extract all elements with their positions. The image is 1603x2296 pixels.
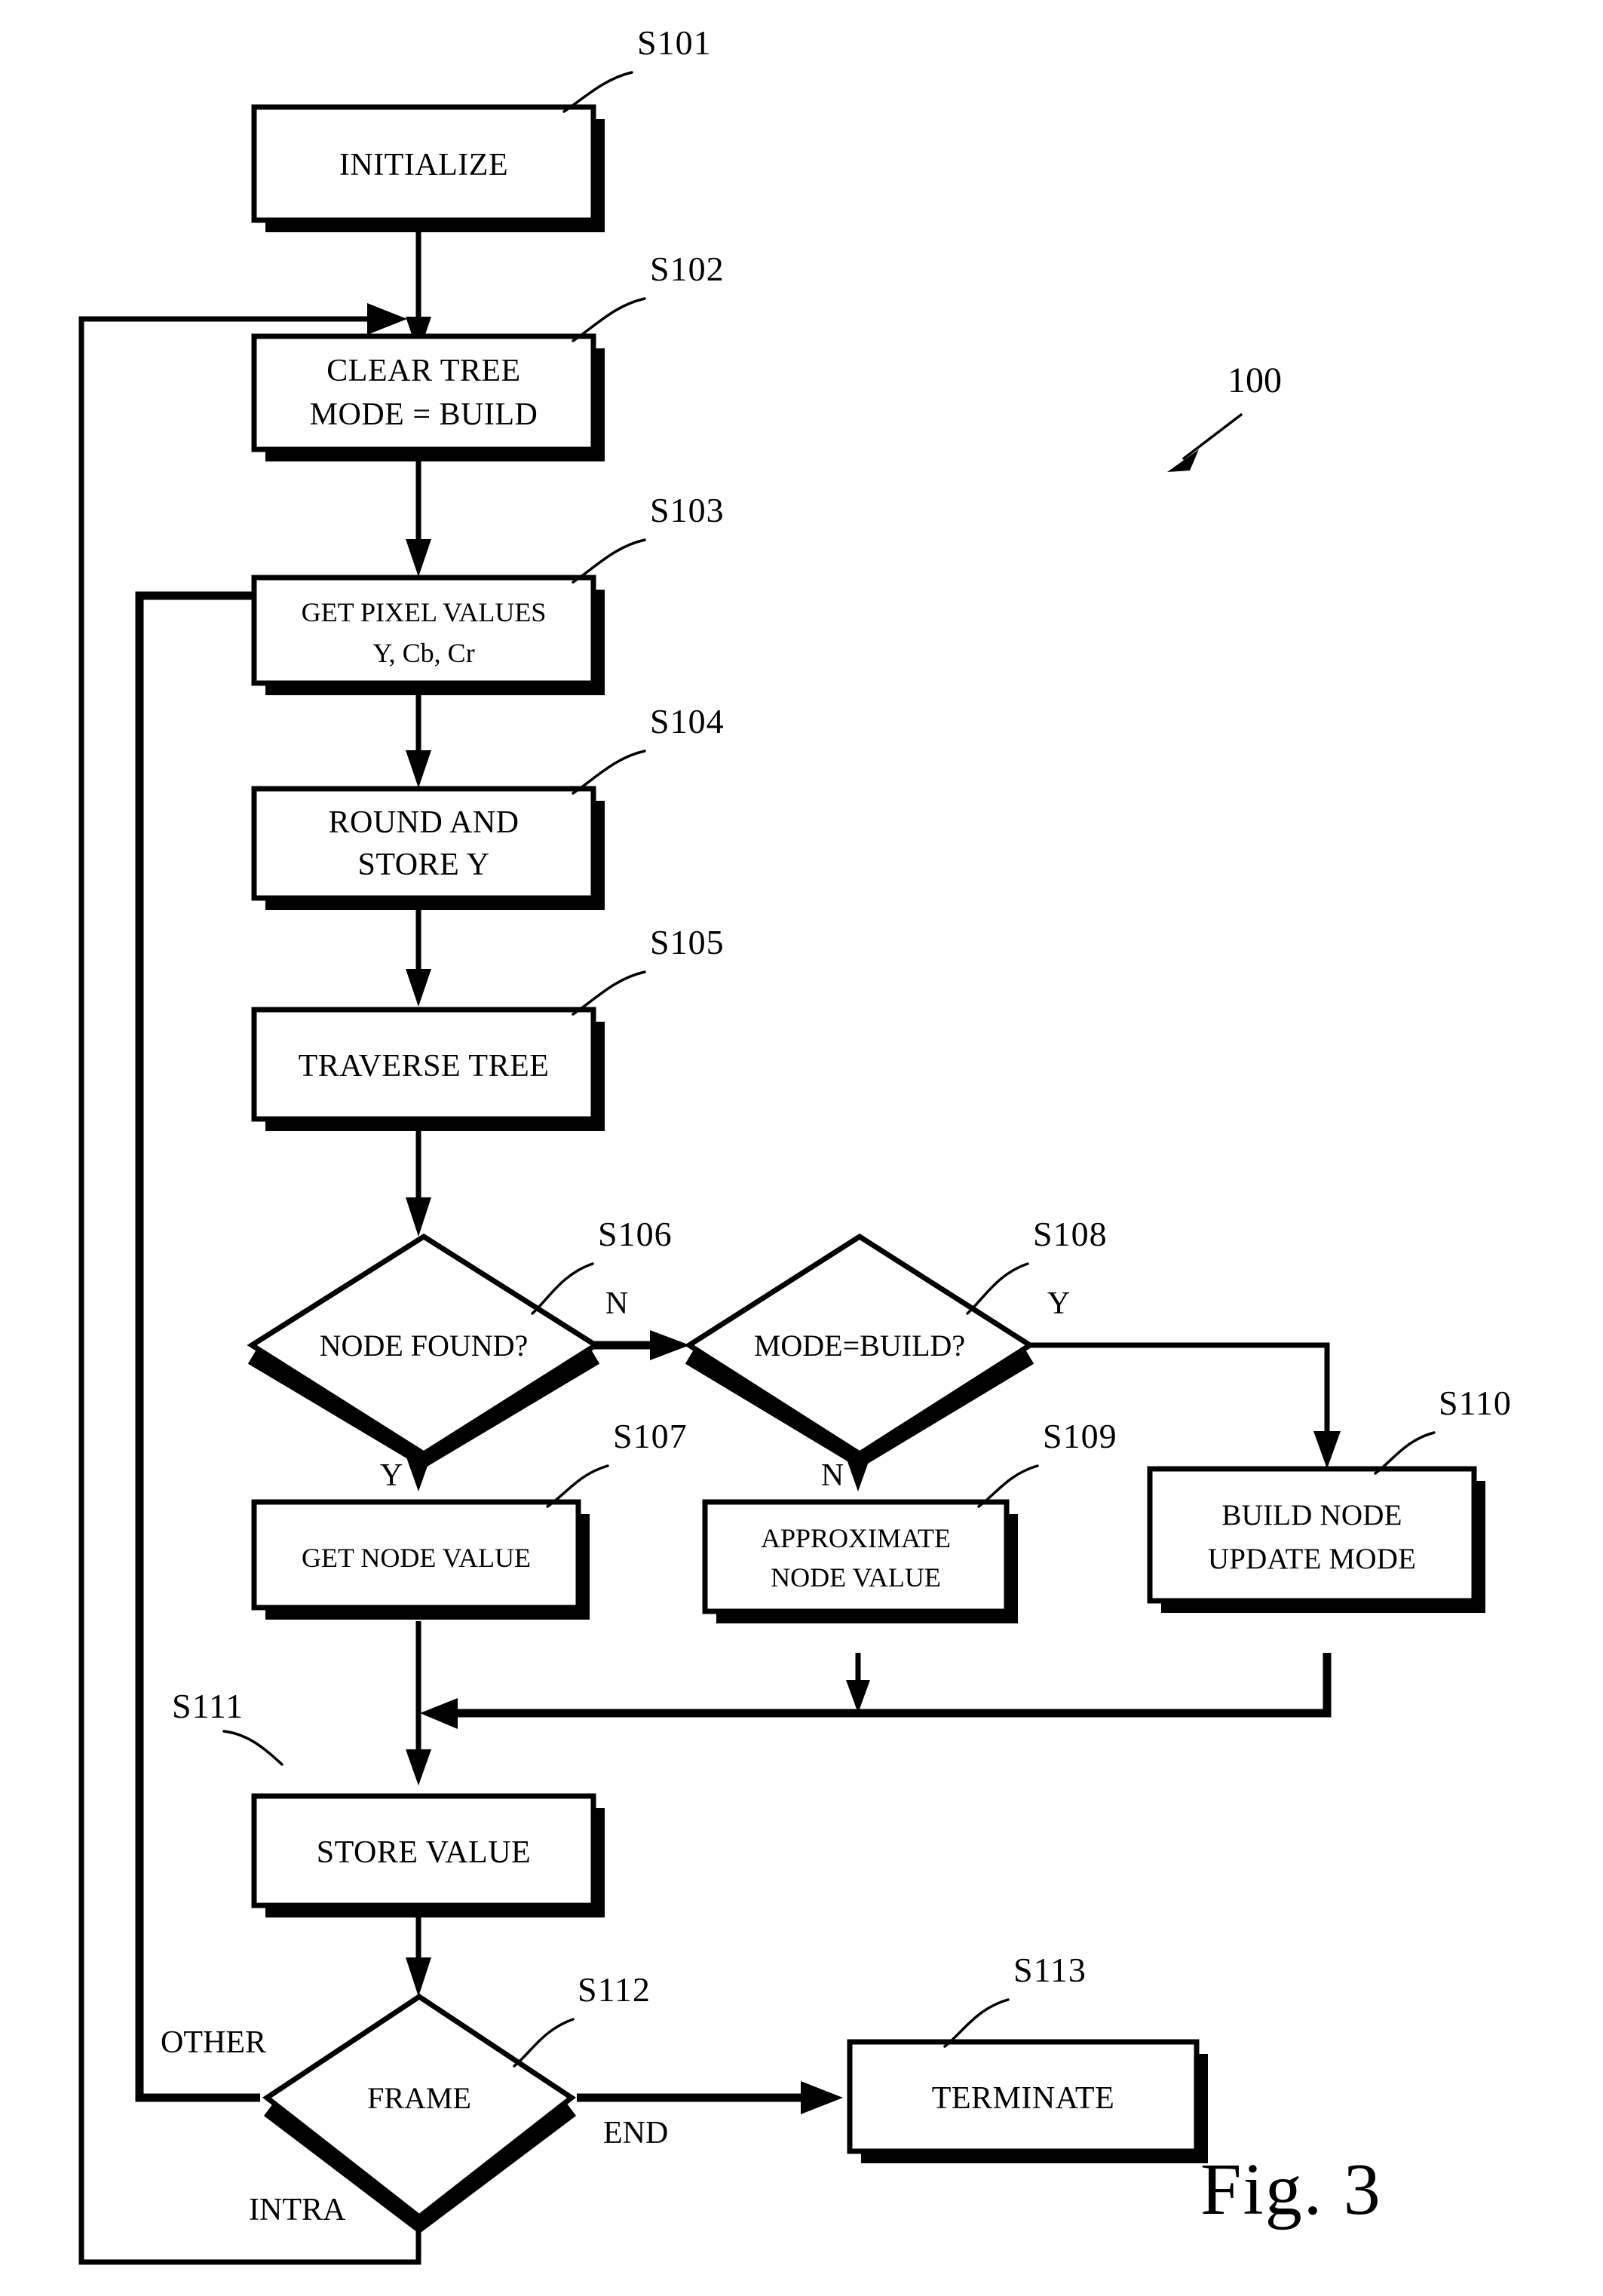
s112-label: FRAME xyxy=(367,2081,471,2115)
ref-s108: S108 xyxy=(966,1215,1108,1315)
ref-s111: S111 xyxy=(172,1687,284,1766)
node-s113[interactable]: TERMINATE xyxy=(847,2039,1208,2163)
arrowhead-merge-s111 xyxy=(406,1749,431,1786)
s103-label-line2: Y, Cb, Cr xyxy=(372,638,474,668)
figure-caption: Fig. 3 xyxy=(1200,2149,1382,2230)
system-ref-arrowhead xyxy=(1167,449,1199,472)
ref-s112: S112 xyxy=(513,1970,651,2068)
node-s105[interactable]: TRAVERSE TREE xyxy=(251,1007,605,1131)
s112-leader-line xyxy=(513,2018,575,2068)
arrowhead-s110-merge xyxy=(420,1698,458,1729)
s101-label-line1: INITIALIZE xyxy=(339,148,508,182)
s107-ref-text: S107 xyxy=(613,1417,688,1455)
s108-ref-text: S108 xyxy=(1033,1215,1108,1253)
system-ref-leader xyxy=(1182,413,1243,460)
s110-box xyxy=(1147,1466,1477,1604)
s104-label-line2: STORE Y xyxy=(357,848,489,882)
ref-s110: S110 xyxy=(1374,1384,1512,1475)
s109-box xyxy=(702,1499,1010,1614)
s111-leader-line xyxy=(222,1730,284,1766)
arrowhead-s104-s105 xyxy=(406,969,431,1007)
node-s108[interactable]: MODE=BUILD? xyxy=(684,1233,1035,1469)
branch-label-s112-end: END xyxy=(603,2116,668,2150)
figure-page: INITIALIZE S101 CLEAR TREE MODE = BUILD … xyxy=(0,0,1603,2296)
s102-ref-text: S102 xyxy=(650,250,725,288)
node-s109[interactable]: APPROXIMATE NODE VALUE xyxy=(702,1499,1018,1623)
branch-label-s108-yes: Y xyxy=(1047,1286,1070,1321)
node-s107[interactable]: GET NODE VALUE xyxy=(251,1499,590,1620)
s103-label-line1: GET PIXEL VALUES xyxy=(302,597,547,627)
node-s101[interactable]: INITIALIZE xyxy=(251,104,605,232)
ref-s102: S102 xyxy=(572,250,725,342)
branch-label-s106-yes: Y xyxy=(380,1458,403,1493)
ref-s101: S101 xyxy=(562,23,712,113)
arrowhead-intra-loop xyxy=(367,303,407,335)
s106-ref-text: S106 xyxy=(598,1215,673,1253)
node-s110[interactable]: BUILD NODE UPDATE MODE xyxy=(1147,1466,1485,1613)
connector-s110-merge xyxy=(445,1653,1332,1718)
s108-label: MODE=BUILD? xyxy=(754,1329,965,1363)
s113-label: TERMINATE xyxy=(932,2081,1114,2116)
s101-ref-text: S101 xyxy=(637,23,712,62)
s102-label-line2: MODE = BUILD xyxy=(310,397,538,432)
s105-label-line1: TRAVERSE TREE xyxy=(299,1049,550,1084)
branch-label-s112-other: OTHER xyxy=(161,2025,266,2060)
ref-s113: S113 xyxy=(943,1951,1087,2048)
s111-ref-text: S111 xyxy=(172,1687,244,1725)
arrowhead-s105-s106 xyxy=(406,1197,431,1237)
s101-leader-line xyxy=(562,71,633,113)
branch-label-s112-intra: INTRA xyxy=(249,2193,346,2227)
s106-leader-line xyxy=(531,1262,594,1315)
s105-leader-line xyxy=(572,970,646,1016)
s102-label-line1: CLEAR TREE xyxy=(326,354,520,388)
flowchart-canvas: INITIALIZE S101 CLEAR TREE MODE = BUILD … xyxy=(78,23,1512,2265)
ref-s107: S107 xyxy=(546,1417,688,1508)
s110-label-line1: BUILD NODE xyxy=(1221,1499,1402,1531)
arrowhead-s111-s112 xyxy=(406,1957,431,1997)
s107-label: GET NODE VALUE xyxy=(302,1543,531,1573)
ref-s106: S106 xyxy=(531,1215,673,1315)
node-s112[interactable]: FRAME xyxy=(262,1993,577,2234)
ref-s109: S109 xyxy=(977,1417,1117,1508)
node-s111[interactable]: STORE VALUE xyxy=(251,1793,605,1917)
ref-s104: S104 xyxy=(572,702,725,795)
system-ref-text: 100 xyxy=(1228,360,1282,400)
arrowhead-s109-merge xyxy=(846,1680,870,1713)
ref-s103: S103 xyxy=(572,491,725,584)
s105-ref-text: S105 xyxy=(650,923,725,961)
arrowhead-s106-s108 xyxy=(650,1330,690,1360)
arrowhead-s108-s110 xyxy=(1313,1431,1341,1469)
s109-ref-text: S109 xyxy=(1043,1417,1117,1455)
arrowhead-s102-s103 xyxy=(406,539,431,577)
s111-label: STORE VALUE xyxy=(317,1835,531,1870)
s109-label-line1: APPROXIMATE xyxy=(761,1523,951,1553)
s104-leader-line xyxy=(572,749,646,795)
branch-label-s108-no: N xyxy=(821,1458,844,1493)
s104-ref-text: S104 xyxy=(650,702,725,740)
s112-ref-text: S112 xyxy=(578,1970,651,2009)
node-s104[interactable]: ROUND AND STORE Y xyxy=(251,786,605,910)
branch-label-s106-no: N xyxy=(605,1286,628,1321)
node-s103[interactable]: GET PIXEL VALUES Y, Cb, Cr xyxy=(251,575,605,695)
s106-label: NODE FOUND? xyxy=(320,1329,529,1363)
s103-ref-text: S103 xyxy=(650,491,725,529)
s110-ref-text: S110 xyxy=(1439,1384,1512,1422)
s109-label-line2: NODE VALUE xyxy=(771,1562,941,1592)
s113-ref-text: S113 xyxy=(1013,1951,1087,1989)
ref-s105: S105 xyxy=(572,923,725,1016)
s102-leader-line xyxy=(572,297,646,342)
s104-label-line1: ROUND AND xyxy=(328,805,519,840)
system-reference: 100 xyxy=(1167,360,1282,472)
node-s106[interactable]: NODE FOUND? xyxy=(247,1233,601,1469)
s103-leader-line xyxy=(572,538,646,584)
arrowhead-s112-s113 xyxy=(801,2081,843,2114)
connector-layer xyxy=(78,230,1341,2265)
s108-leader-line xyxy=(966,1262,1029,1315)
arrowhead-s103-s104 xyxy=(406,750,431,788)
s110-label-line2: UPDATE MODE xyxy=(1208,1543,1416,1575)
node-s102[interactable]: CLEAR TREE MODE = BUILD xyxy=(251,333,605,461)
